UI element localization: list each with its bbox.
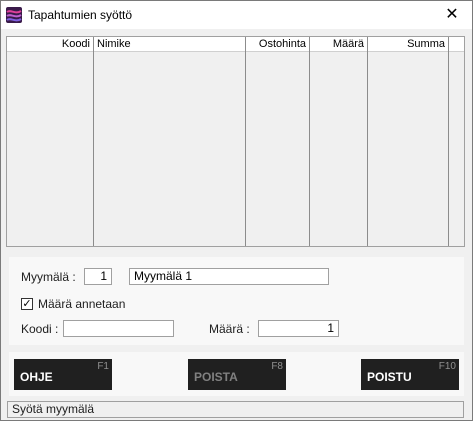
help-button-label: OHJE: [20, 370, 53, 384]
column-header-quantity[interactable]: Määrä: [310, 37, 367, 51]
store-code-input[interactable]: 1: [84, 268, 112, 285]
exit-button-label: POISTU: [367, 370, 412, 384]
window: Tapahtumien syöttö ✕ Koodi Nimike Ostohi…: [0, 0, 473, 421]
column-header-code[interactable]: Koodi: [7, 37, 93, 51]
column-divider: [448, 37, 449, 246]
exit-button-key: F10: [438, 361, 456, 372]
delete-button-key: F8: [271, 361, 283, 372]
transactions-grid[interactable]: Koodi Nimike Ostohinta Määrä Summa: [6, 36, 465, 247]
app-logo-icon: [6, 7, 22, 23]
quantity-label: Määrä :: [209, 322, 250, 336]
column-divider: [93, 37, 94, 246]
checkmark-icon[interactable]: ✓: [21, 298, 33, 310]
column-header-item[interactable]: Nimike: [94, 37, 244, 51]
quantity-checkbox-label[interactable]: Määrä annetaan: [38, 297, 125, 311]
help-button[interactable]: OHJE F1: [14, 359, 112, 390]
window-title: Tapahtumien syöttö: [28, 8, 133, 22]
title-bar: Tapahtumien syöttö ✕: [1, 1, 472, 29]
grid-header: Koodi Nimike Ostohinta Määrä Summa: [7, 37, 464, 52]
button-bar: OHJE F1 POISTA F8 POISTU F10: [9, 352, 464, 396]
column-divider: [367, 37, 368, 246]
help-button-key: F1: [97, 361, 109, 372]
entry-form: Myymälä : 1 Myymälä 1 ✓ Määrä annetaan K…: [9, 257, 464, 345]
code-label: Koodi :: [21, 322, 59, 336]
store-name-field: Myymälä 1: [129, 268, 329, 285]
code-input[interactable]: [63, 320, 174, 337]
delete-button-label: POISTA: [194, 370, 238, 384]
close-icon[interactable]: ✕: [432, 1, 472, 29]
store-label: Myymälä :: [21, 270, 76, 284]
column-divider: [245, 37, 246, 246]
column-divider: [309, 37, 310, 246]
delete-button[interactable]: POISTA F8: [188, 359, 286, 390]
quantity-input[interactable]: 1: [258, 320, 339, 337]
exit-button[interactable]: POISTU F10: [361, 359, 459, 390]
column-header-sum[interactable]: Summa: [368, 37, 448, 51]
column-header-purchase-price[interactable]: Ostohinta: [246, 37, 309, 51]
status-bar: Syötä myymälä: [7, 401, 464, 418]
